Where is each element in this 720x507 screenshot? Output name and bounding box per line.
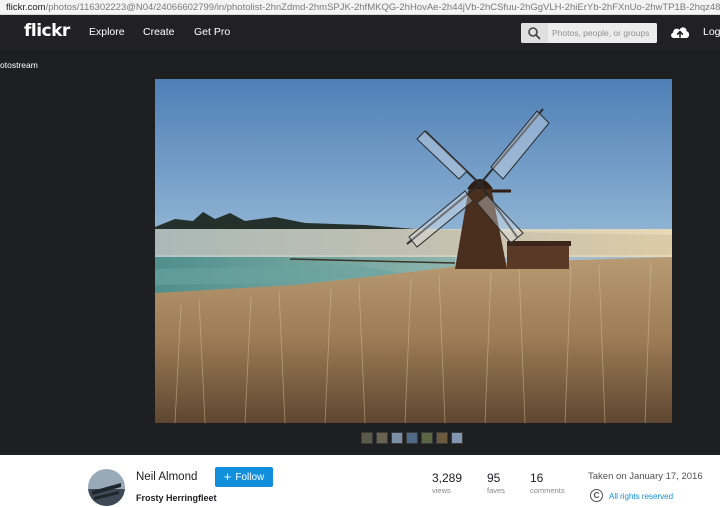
thumbnail[interactable] <box>391 432 403 444</box>
follow-label: Follow <box>235 471 265 483</box>
views-count: 3,289 <box>432 471 463 485</box>
photostream-thumbnails <box>361 432 463 444</box>
nav-explore[interactable]: Explore <box>89 26 125 38</box>
flickr-logo[interactable]: flickr <box>24 21 70 41</box>
views-label: views <box>432 486 451 495</box>
license-link[interactable]: All rights reserved <box>609 492 673 501</box>
copyright-icon: C <box>590 489 603 502</box>
faves-count: 95 <box>487 471 501 485</box>
comments-count: 16 <box>530 471 544 485</box>
plus-icon: + <box>223 469 232 484</box>
upload-button[interactable] <box>669 24 691 40</box>
photo-info-bar: Neil Almond + Follow Frosty Herringfleet… <box>0 455 720 507</box>
thumbnail[interactable] <box>361 432 373 444</box>
login-link[interactable]: Log <box>703 26 720 38</box>
nav-get-pro[interactable]: Get Pro <box>194 26 230 38</box>
windmill-landscape-image <box>155 79 672 423</box>
thumbnail[interactable] <box>451 432 463 444</box>
url-path: /photos/116302223@N04/24066602799/in/pho… <box>45 1 720 13</box>
faves-stat: 95 faves <box>487 471 505 495</box>
search-input[interactable] <box>548 23 657 43</box>
search-box <box>521 23 657 43</box>
address-bar[interactable]: flickr.com/photos/116302223@N04/24066602… <box>0 0 720 15</box>
photo-stage: otostream <box>0 49 720 455</box>
top-navigation: flickr Explore Create Get Pro Log <box>0 15 720 49</box>
comments-label: comments <box>530 486 565 495</box>
search-button[interactable] <box>521 23 548 43</box>
url-domain: flickr.com <box>6 1 46 13</box>
photo-title: Frosty Herringfleet <box>136 493 217 503</box>
nav-create[interactable]: Create <box>143 26 175 38</box>
author-name[interactable]: Neil Almond <box>136 471 197 483</box>
cloud-upload-icon <box>671 27 690 38</box>
avatar-image <box>88 469 125 506</box>
faves-label: faves <box>487 486 505 495</box>
main-photo[interactable] <box>155 79 672 423</box>
comments-stat: 16 comments <box>530 471 565 495</box>
thumbnail[interactable] <box>406 432 418 444</box>
back-to-photostream-link[interactable]: otostream <box>0 60 38 70</box>
thumbnail[interactable] <box>376 432 388 444</box>
thumbnail[interactable] <box>421 432 433 444</box>
date-taken: Taken on January 17, 2016 <box>588 471 703 482</box>
views-stat: 3,289 views <box>432 471 462 495</box>
follow-button[interactable]: + Follow <box>215 467 273 487</box>
avatar[interactable] <box>88 469 125 506</box>
thumbnail[interactable] <box>436 432 448 444</box>
search-icon <box>528 27 541 40</box>
